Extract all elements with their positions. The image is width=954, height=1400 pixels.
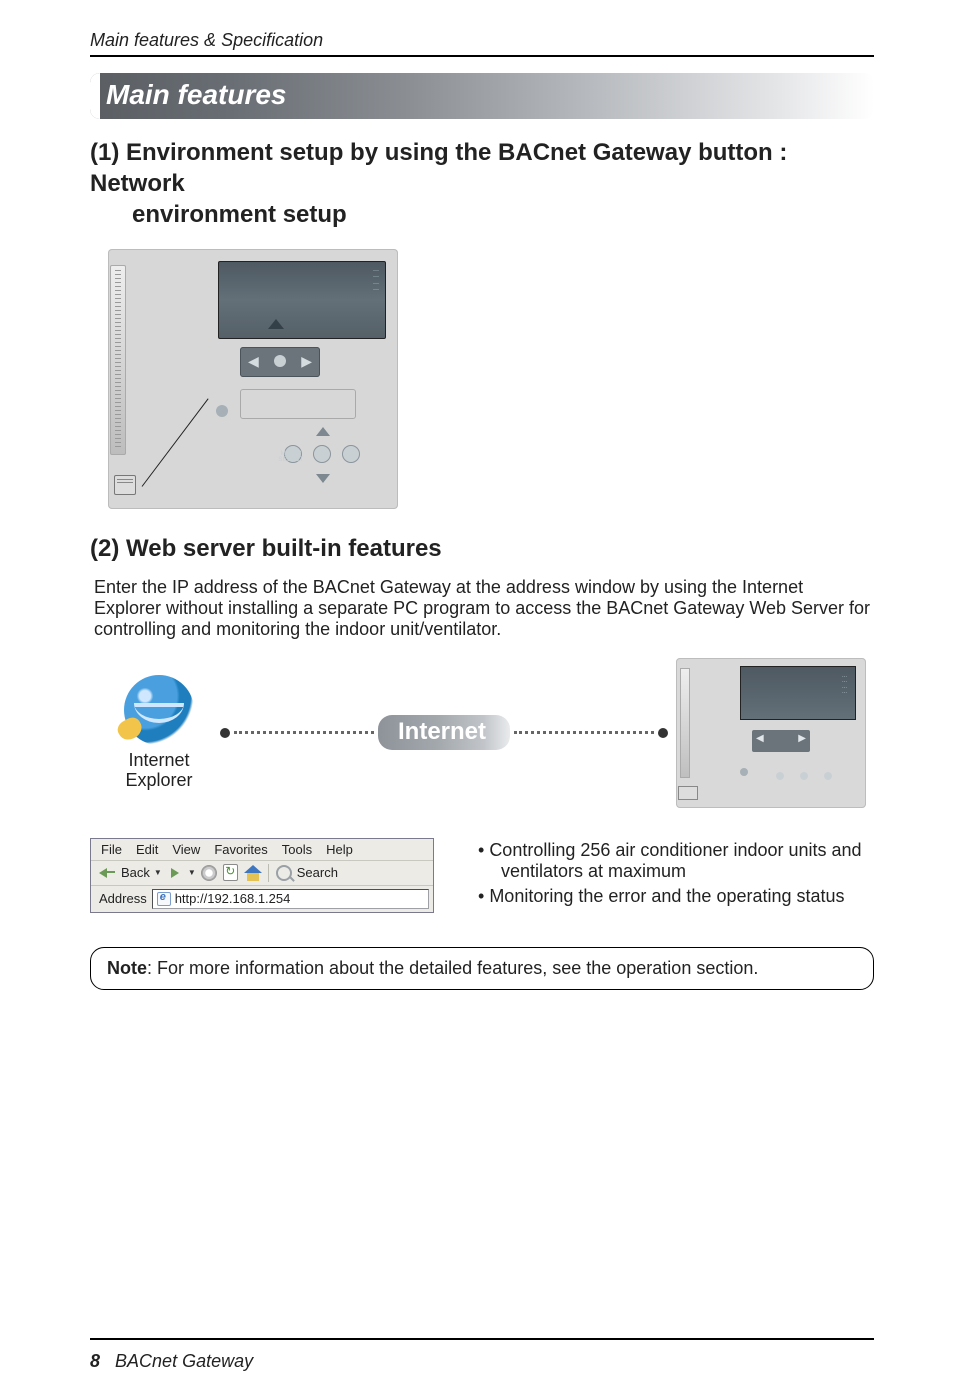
running-header: Main features & Specification bbox=[90, 30, 874, 51]
internet-diagram-row: Internet Explorer Internet ············ bbox=[90, 658, 874, 818]
note-text: : For more information about the detaile… bbox=[147, 958, 758, 978]
search-button-label[interactable]: Search bbox=[297, 865, 338, 880]
screen-indicator-text: ············ bbox=[373, 268, 379, 294]
ie-menu-bar: File Edit View Favorites Tools Help bbox=[91, 839, 433, 860]
menu-edit[interactable]: Edit bbox=[136, 842, 158, 857]
menu-view[interactable]: View bbox=[172, 842, 200, 857]
menu-favorites[interactable]: Favorites bbox=[214, 842, 267, 857]
section-1-line2: environment setup bbox=[90, 199, 874, 230]
device-dpad: MENU/ SELECT bbox=[278, 427, 366, 483]
dpad-center-icon bbox=[313, 445, 331, 463]
section-1-heading: (1) Environment setup by using the BACne… bbox=[90, 137, 874, 231]
rule-top bbox=[90, 55, 874, 57]
ie-address-bar: Address http://192.168.1.254 bbox=[91, 886, 433, 912]
back-button-label[interactable]: Back bbox=[121, 865, 150, 880]
device-illustration-small: ············ bbox=[676, 658, 866, 808]
forward-arrow-icon[interactable] bbox=[166, 864, 184, 882]
internet-explorer-icon bbox=[124, 675, 194, 745]
ie-caption-l2: Explorer bbox=[125, 770, 192, 790]
note-label: Note bbox=[107, 958, 147, 978]
connector-dotted-line-left bbox=[234, 731, 374, 734]
forward-dropdown-icon[interactable]: ▼ bbox=[188, 868, 196, 877]
back-dropdown-icon[interactable]: ▼ bbox=[154, 868, 162, 877]
address-label: Address bbox=[95, 891, 150, 906]
device-illustration: ············ MENU/ SELECT bbox=[108, 249, 398, 509]
device-status-window bbox=[240, 389, 356, 419]
toolbar-separator bbox=[268, 864, 269, 882]
address-input[interactable]: http://192.168.1.254 bbox=[152, 889, 429, 909]
bullet-1-line1: Controlling 256 air conditioner indoor u… bbox=[489, 840, 861, 860]
main-features-banner: Main features bbox=[90, 73, 874, 119]
ie-icon-caption: Internet Explorer bbox=[125, 751, 192, 791]
connector-dotted-line-right bbox=[514, 731, 654, 734]
refresh-icon[interactable] bbox=[222, 864, 240, 882]
device-led-icon bbox=[216, 405, 228, 417]
callout-line bbox=[142, 359, 232, 487]
menu-help[interactable]: Help bbox=[326, 842, 353, 857]
connector-dot-left bbox=[220, 728, 230, 738]
device-lcd-screen: ············ bbox=[218, 261, 386, 339]
device-side-panel bbox=[110, 265, 126, 455]
bullet-1: Controlling 256 air conditioner indoor u… bbox=[474, 840, 862, 882]
ie-tool-bar: Back ▼ ▼ Search bbox=[91, 860, 433, 886]
search-icon[interactable] bbox=[275, 864, 293, 882]
note-box: Note: For more information about the det… bbox=[90, 947, 874, 990]
feature-bullets: Controlling 256 air conditioner indoor u… bbox=[474, 838, 862, 911]
bullet-2: Monitoring the error and the operating s… bbox=[474, 886, 862, 907]
page-footer: 8 BACnet Gateway bbox=[90, 1351, 253, 1372]
device-up-arrow-icon bbox=[268, 319, 284, 329]
dpad-right-icon bbox=[342, 445, 360, 463]
ie-caption-l1: Internet bbox=[128, 750, 189, 770]
address-value: http://192.168.1.254 bbox=[175, 891, 291, 906]
menu-file[interactable]: File bbox=[101, 842, 122, 857]
bullet-1-line2: ventilators at maximum bbox=[488, 861, 862, 882]
device-foot-icon bbox=[114, 475, 136, 495]
stop-icon[interactable] bbox=[200, 864, 218, 882]
back-arrow-icon[interactable] bbox=[99, 864, 117, 882]
device-primary-nav bbox=[240, 347, 320, 377]
connector-dot-right bbox=[658, 728, 668, 738]
internet-pill-label: Internet bbox=[378, 715, 510, 750]
page-number: 8 bbox=[90, 1351, 100, 1371]
dpad-menu-label: MENU/ SELECT bbox=[278, 451, 304, 463]
home-icon[interactable] bbox=[244, 864, 262, 882]
page-icon bbox=[157, 892, 171, 906]
section-2-paragraph: Enter the IP address of the BACnet Gatew… bbox=[90, 577, 874, 640]
footer-doc-title: BACnet Gateway bbox=[105, 1351, 253, 1371]
menu-tools[interactable]: Tools bbox=[282, 842, 312, 857]
ie-window-illustration: File Edit View Favorites Tools Help Back… bbox=[90, 838, 434, 913]
section-2-heading: (2) Web server built-in features bbox=[90, 535, 874, 563]
section-1-line1: (1) Environment setup by using the BACne… bbox=[90, 139, 787, 197]
rule-bottom bbox=[90, 1338, 874, 1340]
